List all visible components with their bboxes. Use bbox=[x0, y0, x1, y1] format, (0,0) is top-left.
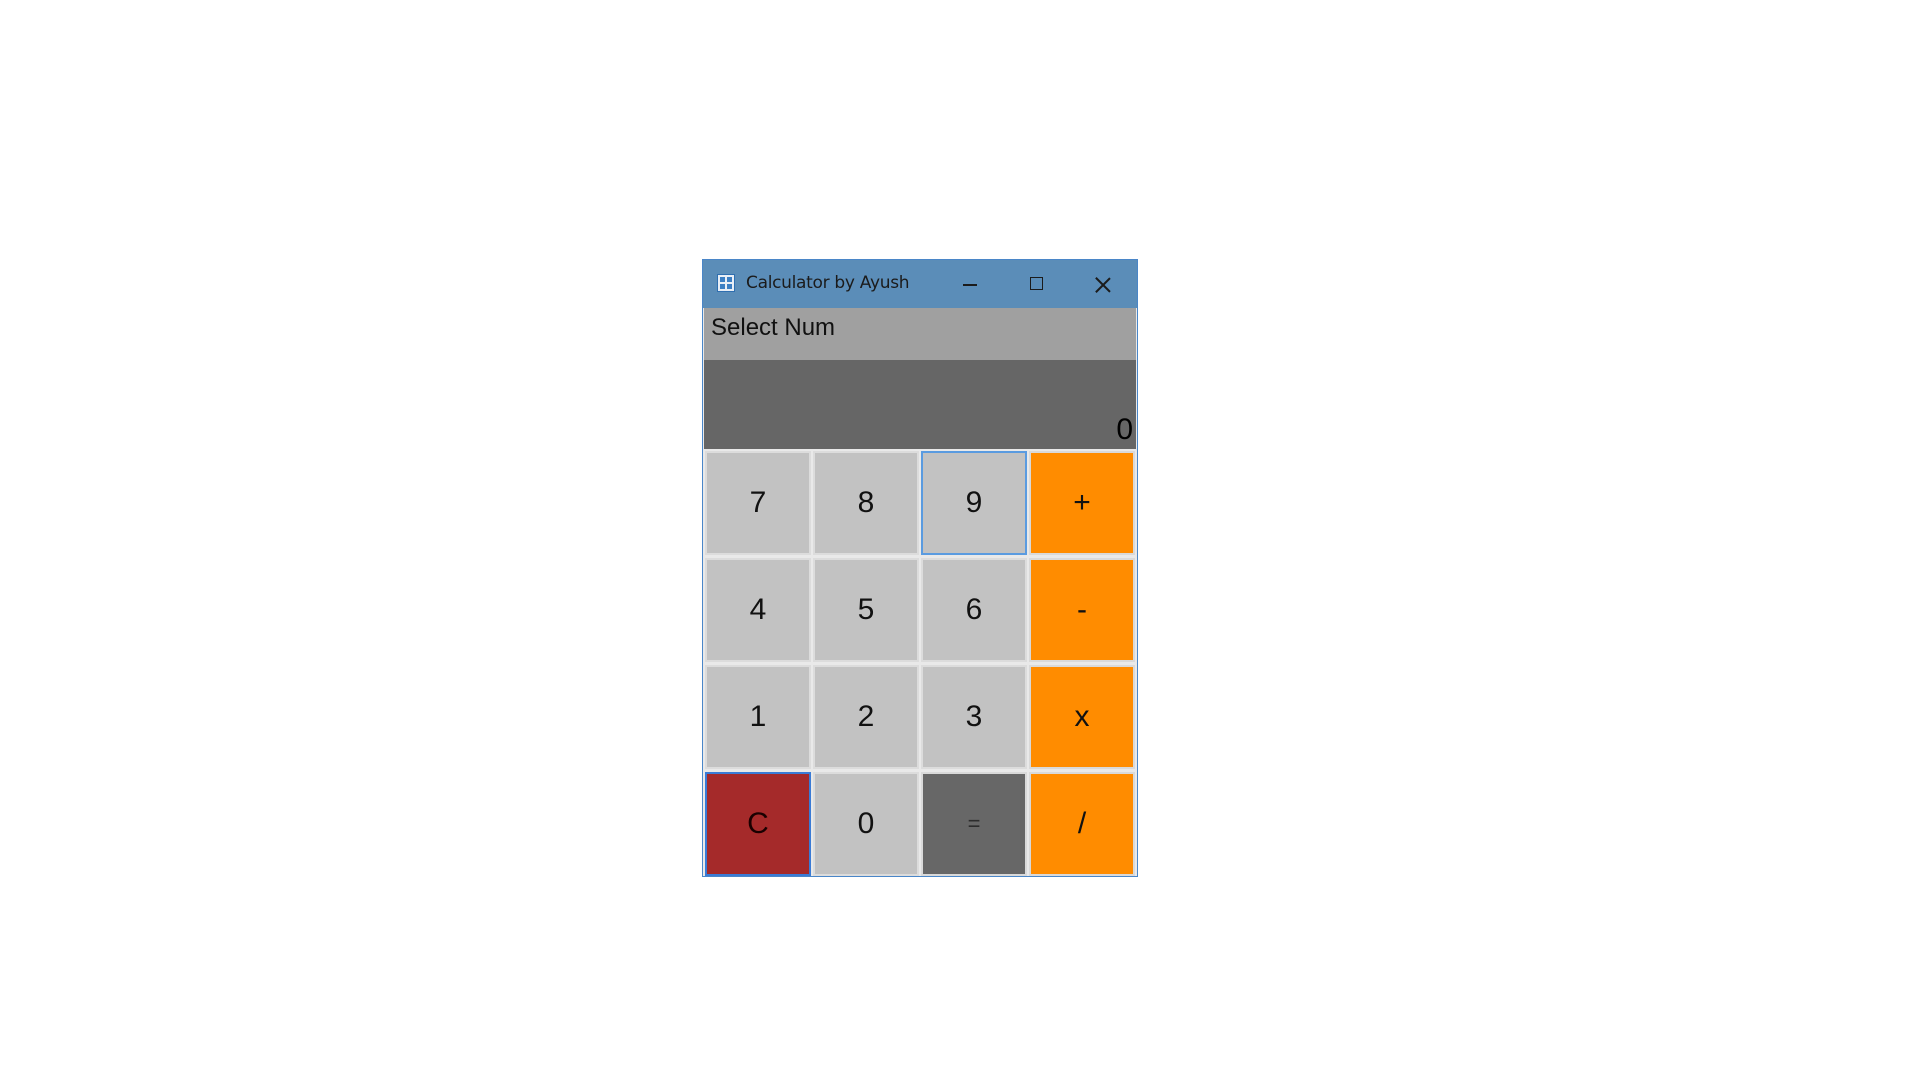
maximize-icon bbox=[1030, 277, 1043, 290]
key-4[interactable]: 4 bbox=[705, 558, 811, 662]
key-0[interactable]: 0 bbox=[813, 772, 919, 876]
key-equals[interactable]: = bbox=[921, 772, 1027, 876]
key-7[interactable]: 7 bbox=[705, 451, 811, 555]
status-label: Select Num bbox=[711, 314, 836, 341]
keypad: 7 8 9 + 4 5 6 - 1 2 3 x C 0 = / bbox=[704, 451, 1136, 876]
calculator-window: Calculator by Ayush Select Num 0 7 8 9 +… bbox=[702, 259, 1138, 877]
key-minus[interactable]: - bbox=[1029, 558, 1135, 662]
key-plus[interactable]: + bbox=[1029, 451, 1135, 555]
title-bar[interactable]: Calculator by Ayush bbox=[703, 260, 1137, 308]
app-grid-icon bbox=[717, 274, 735, 292]
close-button[interactable] bbox=[1070, 260, 1136, 308]
key-1[interactable]: 1 bbox=[705, 665, 811, 769]
key-5[interactable]: 5 bbox=[813, 558, 919, 662]
key-3[interactable]: 3 bbox=[921, 665, 1027, 769]
key-8[interactable]: 8 bbox=[813, 451, 919, 555]
status-bar: Select Num bbox=[704, 308, 1136, 360]
close-icon bbox=[1095, 277, 1111, 293]
key-6[interactable]: 6 bbox=[921, 558, 1027, 662]
minimize-button[interactable] bbox=[936, 260, 1002, 308]
maximize-button[interactable] bbox=[1003, 260, 1069, 308]
key-divide[interactable]: / bbox=[1029, 772, 1135, 876]
key-9[interactable]: 9 bbox=[921, 451, 1027, 555]
minimize-icon bbox=[963, 284, 977, 286]
key-2[interactable]: 2 bbox=[813, 665, 919, 769]
window-title: Calculator by Ayush bbox=[746, 273, 910, 293]
key-multiply[interactable]: x bbox=[1029, 665, 1135, 769]
key-clear[interactable]: C bbox=[705, 772, 811, 876]
display-value: 0 bbox=[1116, 413, 1133, 446]
result-display: 0 bbox=[704, 360, 1136, 449]
